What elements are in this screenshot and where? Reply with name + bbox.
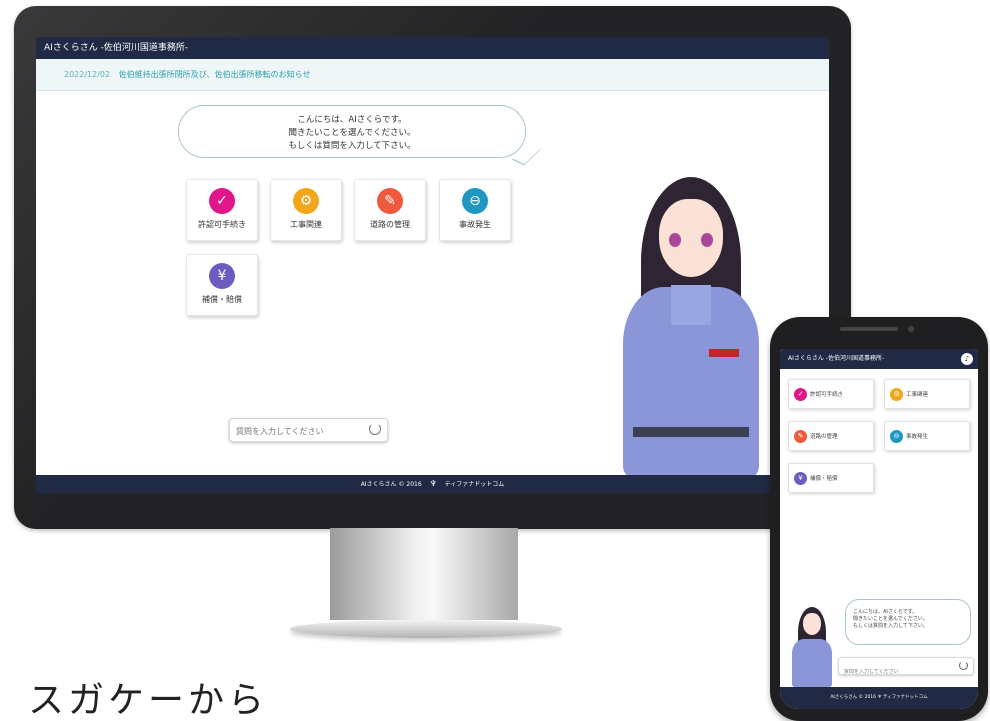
phone-header: AIさくらさん -佐伯河川国道事務所- ♪: [780, 349, 978, 369]
desktop-screen: AIさくらさん -佐伯河川国道事務所- 2022/12/02 佐伯維持出張所閉所…: [36, 37, 829, 493]
character-collar: [671, 285, 711, 325]
tile-label: 工事関連: [290, 220, 322, 229]
tools-icon: ✎: [377, 188, 403, 214]
tile-label: 工事関連: [906, 392, 929, 398]
check-icon: ✓: [794, 388, 807, 401]
tile-compensation[interactable]: ¥ 補償・賠償: [186, 254, 258, 316]
tile-label: 道路の管理: [370, 220, 410, 229]
tile-permit[interactable]: ✓ 許認可手続き: [186, 179, 258, 241]
notice-bar[interactable]: 2022/12/02 佐伯維持出張所閉所及び、佐伯出張所移転のお知らせ: [36, 59, 829, 91]
tile-road-management[interactable]: ✎ 道路の管理: [354, 179, 426, 241]
monitor-base: [290, 620, 562, 638]
greeting-bubble: こんにちは、AIさくらです。 聞きたいことを選んでください。 もしくは質問を入力…: [178, 105, 541, 166]
character-belt: [633, 427, 749, 437]
tile-label: 道路の管理: [810, 434, 838, 440]
caption-text: スガケーから: [28, 680, 269, 721]
tile-accident[interactable]: ⊖ 事故発生: [439, 179, 511, 241]
desktop-monitor: AIさくらさん -佐伯河川国道事務所- 2022/12/02 佐伯維持出張所閉所…: [14, 6, 851, 529]
phone-tile-construction[interactable]: ⚙ 工事関連: [884, 379, 970, 409]
tile-label: 事故発生: [906, 434, 929, 440]
tile-label: 補償・賠償: [810, 476, 838, 482]
app-header: AIさくらさん -佐伯河川国道事務所-: [36, 37, 829, 59]
greeting-line: 聞きたいことを選んでください。: [853, 616, 928, 622]
phone-tile-compensation[interactable]: ¥ 補償・賠償: [788, 463, 874, 493]
gears-icon: ⚙: [890, 388, 903, 401]
app-footer: AIさくらさん © 2016 ♆ ティファナドットコム: [36, 475, 829, 493]
phone-header-title: AIさくらさん -佐伯河川国道事務所-: [788, 355, 885, 362]
phone-greeting-bubble: こんにちは、AIさくらです。 聞きたいことを選んでください。 もしくは質問を入力…: [845, 599, 971, 645]
tile-label: 事故発生: [459, 220, 491, 229]
phone-question-input-box[interactable]: [838, 657, 974, 675]
phone-tile-road-management[interactable]: ✎ 道路の管理: [788, 421, 874, 451]
notice-link[interactable]: 佐伯維持出張所閉所及び、佐伯出張所移転のお知らせ: [119, 70, 311, 79]
refresh-icon[interactable]: [959, 661, 968, 670]
refresh-icon[interactable]: [369, 423, 381, 435]
phone-screen: AIさくらさん -佐伯河川国道事務所- ♪ ✓ 許認可手続き ⚙ 工事関連 ✎ …: [780, 349, 978, 709]
gears-icon: ⚙: [293, 188, 319, 214]
character-face: [803, 613, 821, 635]
greeting-line: こんにちは、AIさくらです。: [853, 609, 918, 615]
greeting-line: もしくは質問を入力して下さい。: [288, 141, 416, 151]
footer-copyright: AIさくらさん © 2016: [360, 481, 422, 488]
bell-icon[interactable]: ♪: [961, 353, 973, 365]
character-badge: [709, 349, 739, 357]
company-logo-icon: ♆: [429, 479, 437, 488]
question-input[interactable]: [236, 427, 356, 436]
phone-tile-accident[interactable]: ⊖ 事故発生: [884, 421, 970, 451]
greeting-line: もしくは質問を入力して下さい。: [853, 623, 928, 629]
tile-label: 許認可手続き: [198, 220, 246, 229]
yen-icon: ¥: [794, 472, 807, 485]
greeting-line: こんにちは、AIさくらです。: [297, 115, 407, 125]
notice-date: 2022/12/02: [64, 70, 111, 79]
car-icon: ⊖: [462, 188, 488, 214]
phone-tile-permit[interactable]: ✓ 許認可手続き: [788, 379, 874, 409]
character-eye: [701, 233, 713, 247]
check-icon: ✓: [209, 188, 235, 214]
question-input-box[interactable]: [229, 418, 388, 442]
car-icon: ⊖: [890, 430, 903, 443]
character-uniform: [792, 639, 832, 687]
footer-copyright: AIさくらさん © 2016: [830, 695, 877, 700]
header-title: AIさくらさん -佐伯河川国道事務所-: [44, 43, 189, 53]
phone-speaker: [840, 327, 898, 331]
monitor-stand: [330, 528, 518, 620]
phone-character: [788, 607, 836, 687]
tools-icon: ✎: [794, 430, 807, 443]
tile-construction[interactable]: ⚙ 工事関連: [270, 179, 342, 241]
phone-footer: AIさくらさん © 2016 ♆ ティファナドットコム: [780, 687, 978, 709]
phone-device: AIさくらさん -佐伯河川国道事務所- ♪ ✓ 許認可手続き ⚙ 工事関連 ✎ …: [770, 317, 988, 721]
yen-icon: ¥: [209, 263, 235, 289]
character-sakura: [611, 177, 771, 477]
phone-question-input[interactable]: [844, 669, 944, 675]
footer-company: ティファナドットコム: [882, 695, 928, 700]
greeting-line: 聞きたいことを選んでください。: [288, 128, 416, 138]
tile-label: 補償・賠償: [202, 295, 242, 304]
tile-label: 許認可手続き: [810, 392, 844, 398]
footer-company: ティファナドットコム: [444, 481, 505, 488]
character-eye: [669, 233, 681, 247]
phone-camera: [908, 326, 914, 332]
